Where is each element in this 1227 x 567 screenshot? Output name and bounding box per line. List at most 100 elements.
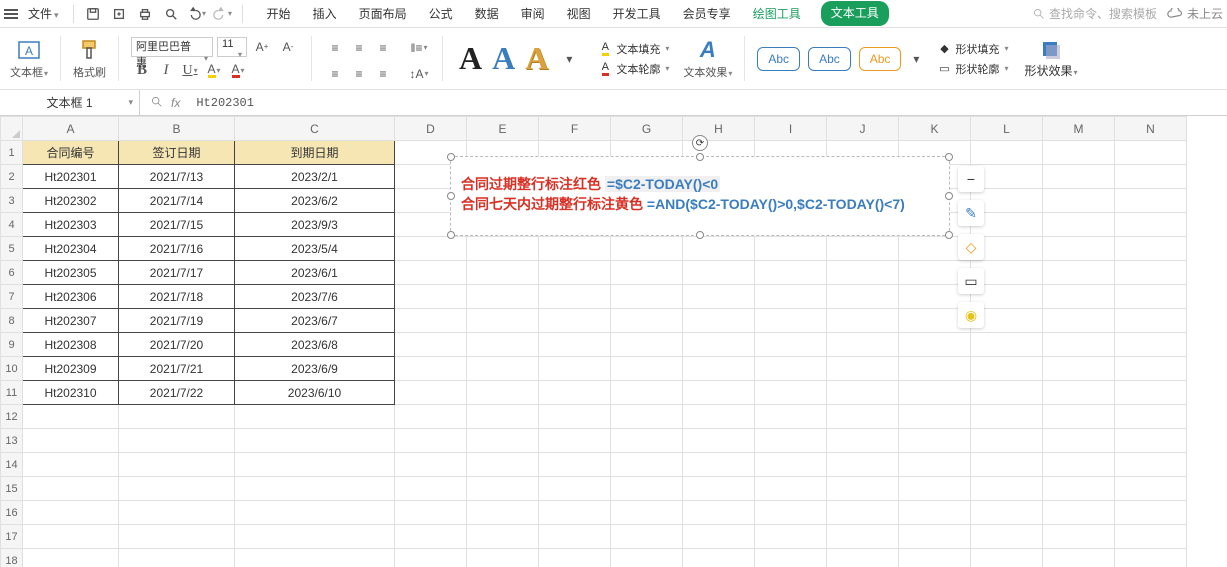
cell[interactable] bbox=[539, 381, 611, 405]
cell[interactable] bbox=[899, 501, 971, 525]
cell[interactable] bbox=[827, 309, 899, 333]
cell[interactable] bbox=[971, 333, 1043, 357]
cell[interactable] bbox=[235, 477, 395, 501]
cell[interactable] bbox=[395, 525, 467, 549]
cell[interactable]: Ht202308 bbox=[23, 333, 119, 357]
cell[interactable] bbox=[683, 477, 755, 501]
italic-button[interactable]: I bbox=[155, 61, 177, 81]
cell[interactable] bbox=[1043, 501, 1115, 525]
cell[interactable] bbox=[1043, 405, 1115, 429]
cell[interactable] bbox=[1115, 165, 1187, 189]
col-head-D[interactable]: D bbox=[395, 117, 467, 141]
cell[interactable] bbox=[467, 333, 539, 357]
col-head-N[interactable]: N bbox=[1115, 117, 1187, 141]
col-head-C[interactable]: C bbox=[235, 117, 395, 141]
shape-style-more[interactable]: ▾ bbox=[905, 39, 927, 79]
cell[interactable]: 2021/7/15 bbox=[119, 213, 235, 237]
cell[interactable] bbox=[611, 285, 683, 309]
rotate-handle[interactable]: ⟳ bbox=[692, 135, 708, 151]
row-head[interactable]: 12 bbox=[1, 405, 23, 429]
cell[interactable]: 合同编号 bbox=[23, 141, 119, 165]
cell[interactable] bbox=[539, 501, 611, 525]
cell[interactable] bbox=[467, 549, 539, 567]
cell[interactable] bbox=[395, 453, 467, 477]
cell[interactable] bbox=[1043, 453, 1115, 477]
cell[interactable] bbox=[683, 333, 755, 357]
cell[interactable] bbox=[611, 333, 683, 357]
line-spacing-button[interactable]: ‖≡ bbox=[408, 38, 430, 58]
cell[interactable] bbox=[611, 237, 683, 261]
cell[interactable] bbox=[755, 525, 827, 549]
cell[interactable] bbox=[899, 381, 971, 405]
cell[interactable]: 到期日期 bbox=[235, 141, 395, 165]
cell[interactable] bbox=[395, 357, 467, 381]
cell[interactable] bbox=[755, 381, 827, 405]
save-button[interactable] bbox=[82, 3, 104, 25]
cell[interactable] bbox=[539, 309, 611, 333]
cell[interactable] bbox=[611, 429, 683, 453]
row-head[interactable]: 6 bbox=[1, 261, 23, 285]
cell[interactable]: 2021/7/14 bbox=[119, 189, 235, 213]
resize-handle[interactable] bbox=[696, 153, 704, 161]
cell[interactable]: 2023/6/10 bbox=[235, 381, 395, 405]
col-head-M[interactable]: M bbox=[1043, 117, 1115, 141]
cell[interactable] bbox=[971, 525, 1043, 549]
cell[interactable] bbox=[395, 429, 467, 453]
cell[interactable] bbox=[683, 405, 755, 429]
cell[interactable] bbox=[23, 453, 119, 477]
cell[interactable] bbox=[539, 237, 611, 261]
cell[interactable] bbox=[755, 309, 827, 333]
cell[interactable] bbox=[971, 549, 1043, 567]
cell[interactable]: Ht202303 bbox=[23, 213, 119, 237]
cell[interactable] bbox=[971, 501, 1043, 525]
cell[interactable] bbox=[971, 453, 1043, 477]
cell[interactable] bbox=[755, 237, 827, 261]
cell[interactable]: 2023/6/2 bbox=[235, 189, 395, 213]
resize-handle[interactable] bbox=[447, 231, 455, 239]
cell[interactable] bbox=[1043, 213, 1115, 237]
cell[interactable] bbox=[755, 333, 827, 357]
cell[interactable] bbox=[23, 501, 119, 525]
cell[interactable]: 2021/7/19 bbox=[119, 309, 235, 333]
shape-effect-button[interactable]: 形状效果 bbox=[1018, 32, 1083, 85]
cell[interactable] bbox=[827, 549, 899, 567]
cell[interactable]: 2023/6/1 bbox=[235, 261, 395, 285]
cell[interactable] bbox=[755, 261, 827, 285]
cell[interactable] bbox=[755, 453, 827, 477]
cloud-status[interactable]: 未上云 bbox=[1167, 5, 1223, 22]
share-button[interactable] bbox=[108, 3, 130, 25]
cell[interactable] bbox=[827, 333, 899, 357]
tab-dev[interactable]: 开发工具 bbox=[611, 1, 663, 26]
cell[interactable] bbox=[395, 501, 467, 525]
cell[interactable] bbox=[971, 405, 1043, 429]
cell[interactable] bbox=[899, 405, 971, 429]
cell[interactable] bbox=[235, 525, 395, 549]
cell[interactable] bbox=[395, 405, 467, 429]
align-center-button[interactable]: ≡ bbox=[348, 64, 370, 84]
col-head-B[interactable]: B bbox=[119, 117, 235, 141]
cell[interactable]: Ht202301 bbox=[23, 165, 119, 189]
cell[interactable]: 2021/7/22 bbox=[119, 381, 235, 405]
cell[interactable] bbox=[1043, 285, 1115, 309]
fill-button[interactable]: ◇ bbox=[958, 234, 984, 260]
row-head[interactable]: 16 bbox=[1, 501, 23, 525]
cell[interactable] bbox=[1115, 141, 1187, 165]
cell[interactable] bbox=[395, 237, 467, 261]
cell[interactable] bbox=[23, 477, 119, 501]
cell[interactable] bbox=[395, 285, 467, 309]
cell[interactable] bbox=[611, 261, 683, 285]
align-right-button[interactable]: ≡ bbox=[372, 64, 394, 84]
cell[interactable]: Ht202309 bbox=[23, 357, 119, 381]
cell[interactable] bbox=[683, 261, 755, 285]
cell[interactable] bbox=[899, 525, 971, 549]
cell[interactable] bbox=[467, 501, 539, 525]
cell[interactable] bbox=[119, 549, 235, 567]
cell[interactable] bbox=[827, 357, 899, 381]
tab-formula[interactable]: 公式 bbox=[427, 1, 455, 26]
cell[interactable] bbox=[755, 429, 827, 453]
print-button[interactable] bbox=[134, 3, 156, 25]
cell[interactable] bbox=[539, 261, 611, 285]
cell[interactable]: 2023/9/3 bbox=[235, 213, 395, 237]
cell[interactable]: Ht202302 bbox=[23, 189, 119, 213]
cell[interactable] bbox=[1115, 549, 1187, 567]
